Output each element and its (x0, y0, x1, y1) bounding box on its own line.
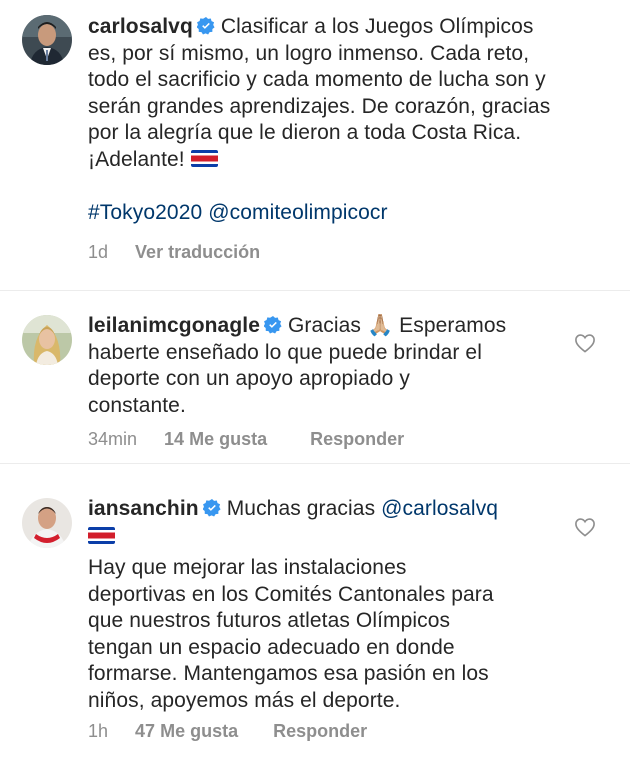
comment-meta: 34min 14 Me gusta Responder (88, 429, 404, 450)
likes-count[interactable]: 47 Me gusta (135, 721, 238, 741)
heart-icon[interactable] (574, 333, 596, 353)
comment-line: ¡Adelante! (88, 147, 185, 171)
comment-body: iansanchin Muchas gracias @carlosalvq Hay… (88, 496, 558, 714)
comment-leilanimcgonagle: leilanimcgonagle Gracias 🙏🏼 Esperamos hab… (0, 291, 630, 463)
username-iansanchin[interactable]: iansanchin (88, 497, 199, 520)
comment-body: leilanimcgonagle Gracias 🙏🏼 Esperamos hab… (88, 313, 558, 419)
likes-count[interactable]: 14 Me gusta (164, 429, 267, 449)
avatar-iansanchin-image (22, 498, 72, 548)
comment-time: 34min (88, 429, 138, 449)
username-leilanimcgonagle[interactable]: leilanimcgonagle (88, 314, 260, 337)
comment-line: Hay que mejorar las instalaciones (88, 556, 407, 579)
comment-time: 1h (88, 721, 109, 741)
comment-line: por la alegría que le dieron a toda Cost… (88, 121, 522, 144)
comment-iansanchin: iansanchin Muchas gracias @carlosalvq Hay… (0, 464, 630, 769)
mention-link[interactable]: @carlosalvq (381, 497, 498, 520)
comment-line: que nuestros futuros atletas Olímpicos (88, 609, 451, 632)
costa-rica-flag-icon (190, 149, 218, 167)
hashtag-link[interactable]: #Tokyo2020 (88, 201, 202, 224)
comment-line: haberte enseñado lo que puede brindar el (88, 340, 482, 364)
heart-icon[interactable] (574, 517, 596, 537)
avatar-carlosalvq-image (22, 15, 72, 65)
verified-badge-icon (196, 17, 215, 35)
comment-line: constante. (88, 393, 186, 417)
comment-line: serán grandes aprendizajes. De corazón, … (88, 94, 551, 118)
comment-carlosalvq: carlosalvq Clasificar a los Juegos Olímpi… (0, 0, 630, 290)
avatar-leilanimcgonagle-image (22, 315, 72, 365)
verified-badge-icon (263, 316, 282, 334)
reply-button[interactable]: Responder (310, 429, 404, 449)
avatar-carlosalvq[interactable] (22, 15, 72, 65)
comment-line: Clasificar a los Juegos Olímpicos (220, 15, 534, 38)
comment-line: formarse. Mantengamos esa pasión en los (88, 662, 489, 685)
comment-meta: 1h 47 Me gusta Responder (88, 721, 367, 742)
comment-line: Gracias 🙏🏼 Esperamos (287, 314, 507, 337)
avatar-iansanchin[interactable] (22, 498, 72, 548)
comment-meta: 1d Ver traducción (88, 242, 260, 263)
comment-line: niños, apoyemos más el deporte. (88, 688, 401, 712)
comment-line: deporte con un apoyo apropiado y (88, 367, 410, 390)
translate-button[interactable]: Ver traducción (135, 242, 260, 262)
comment-line: tengan un espacio adecuado en donde (88, 635, 455, 659)
comment-line: es, por sí mismo, un logro inmenso. Cada… (88, 41, 530, 65)
comment-line: Muchas gracias (226, 497, 376, 520)
avatar-leilanimcgonagle[interactable] (22, 315, 72, 365)
comment-line: todo el sacrificio y cada momento de luc… (88, 68, 546, 91)
username-carlosalvq[interactable]: carlosalvq (88, 15, 193, 38)
comment-time: 1d (88, 242, 109, 262)
comment-body: carlosalvq Clasificar a los Juegos Olímpi… (88, 14, 588, 226)
reply-button[interactable]: Responder (273, 721, 367, 741)
costa-rica-flag-icon (88, 526, 115, 544)
mention-link[interactable]: @comiteolimpicocr (208, 201, 387, 224)
verified-badge-icon (202, 499, 221, 517)
comment-line: deportivas en los Comités Cantonales par… (88, 582, 494, 606)
